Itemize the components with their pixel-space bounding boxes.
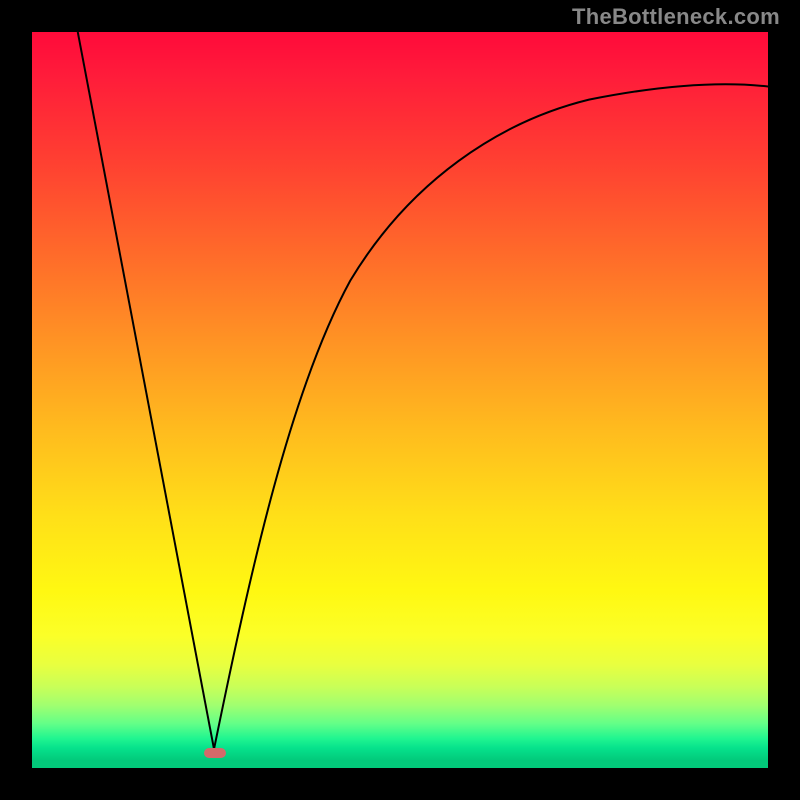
curve-left-branch [78, 32, 214, 749]
minimum-marker [204, 748, 226, 758]
watermark-text: TheBottleneck.com [572, 4, 780, 30]
chart-frame [30, 30, 770, 770]
chart-curve-svg [32, 32, 768, 768]
curve-right-branch [214, 84, 768, 749]
